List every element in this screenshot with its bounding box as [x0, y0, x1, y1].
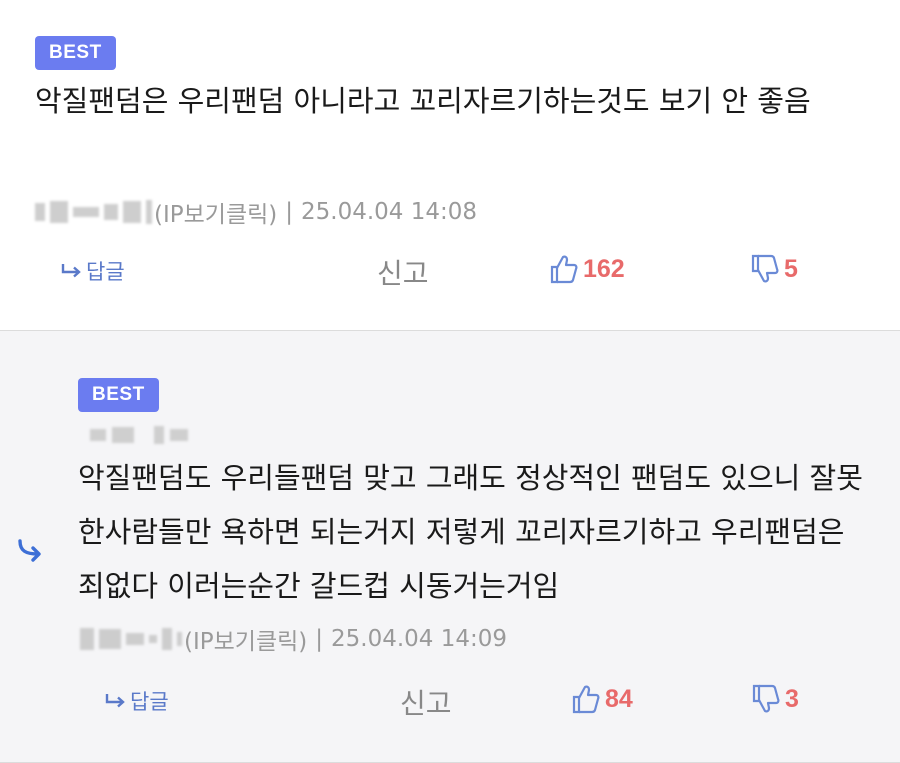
meta-separator: | — [315, 626, 323, 652]
nested-reply-icon — [18, 539, 41, 562]
ip-view-link[interactable]: (IP보기클릭) — [154, 195, 277, 229]
author-name-blurred[interactable] — [80, 626, 182, 652]
timestamp: 25.04.04 14:08 — [301, 199, 478, 225]
comment-item: BEST 악질팬덤은 우리팬덤 아니라고 꼬리자르기하는것도 보기 안 좋음 (… — [0, 0, 900, 331]
comment-meta: (IP보기클릭) | 25.04.04 14:08 — [35, 195, 477, 229]
upvote-count: 84 — [605, 684, 633, 713]
thumbs-down-icon — [751, 254, 779, 283]
upvote-button[interactable]: 84 — [572, 684, 633, 714]
replied-user-blurred — [90, 424, 188, 446]
comment-meta: (IP보기클릭) | 25.04.04 14:09 — [80, 622, 507, 656]
report-button[interactable]: 신고 — [400, 682, 452, 722]
thumbs-up-icon — [572, 685, 600, 714]
downvote-button[interactable]: 3 — [752, 684, 799, 714]
reply-arrow-icon — [61, 264, 81, 278]
author-name-blurred[interactable] — [35, 199, 152, 225]
downvote-count: 3 — [785, 684, 799, 713]
reply-arrow-icon — [105, 694, 125, 708]
best-badge: BEST — [78, 378, 159, 412]
thumbs-down-icon — [752, 684, 780, 713]
thumbs-up-icon — [550, 255, 578, 284]
comment-text: 악질팬덤도 우리들팬덤 맞고 그래도 정상적인 팬덤도 있으니 잘못한사람들만 … — [78, 461, 863, 603]
comment-item-reply: BEST 악질팬덤도 우리들팬덤 맞고 그래도 정상적인 팬덤도 있으니 잘못한… — [0, 331, 900, 763]
ip-view-link[interactable]: (IP보기클릭) — [184, 622, 307, 656]
downvote-count: 5 — [784, 254, 798, 283]
comment-text: 악질팬덤은 우리팬덤 아니라고 꼬리자르기하는것도 보기 안 좋음 — [35, 84, 811, 118]
upvote-count: 162 — [583, 254, 625, 283]
timestamp: 25.04.04 14:09 — [331, 626, 508, 652]
reply-button[interactable]: 답글 — [60, 256, 125, 286]
upvote-button[interactable]: 162 — [550, 254, 625, 284]
comment-actions: 답글 신고 84 3 — [0, 682, 900, 722]
reply-button[interactable]: 답글 — [104, 686, 169, 716]
comment-actions: 답글 신고 162 5 — [0, 252, 900, 292]
reply-label: 답글 — [130, 690, 169, 714]
downvote-button[interactable]: 5 — [751, 254, 798, 284]
meta-separator: | — [285, 199, 293, 225]
reply-label: 답글 — [86, 260, 125, 284]
report-button[interactable]: 신고 — [377, 252, 429, 292]
best-badge: BEST — [35, 36, 116, 70]
